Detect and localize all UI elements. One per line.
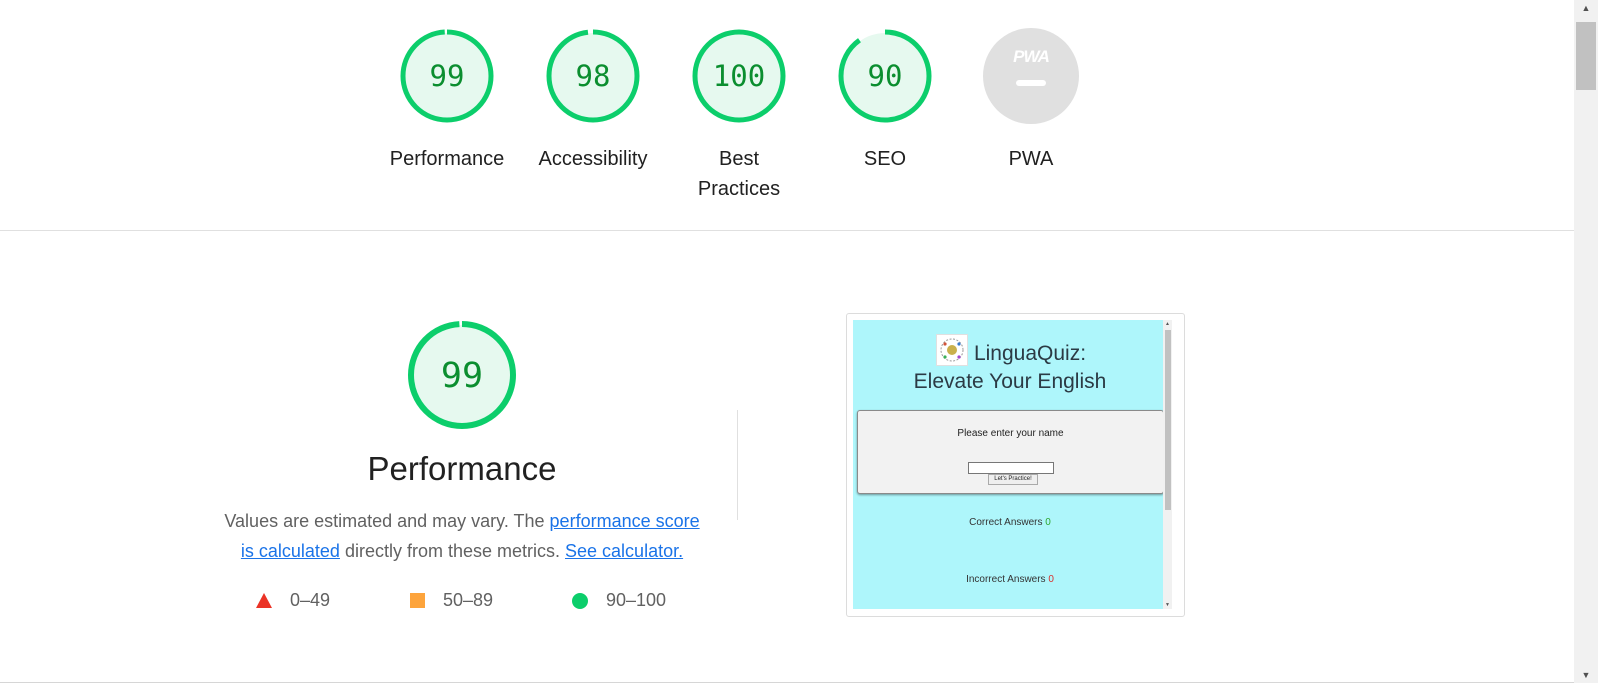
score-gauge-performance: 99 <box>400 29 494 123</box>
circle-icon <box>572 592 588 609</box>
legend-item-pass: 90–100 <box>572 590 666 611</box>
page-scrollbar[interactable]: ▲ ▼ <box>1574 0 1598 683</box>
incorrect-value: 0 <box>1048 574 1054 585</box>
gauge-label-line1: Best <box>718 148 760 170</box>
gauge-label: PWA <box>1008 148 1054 170</box>
scroll-down-arrow-icon[interactable]: ▼ <box>1574 667 1598 683</box>
gauge-seo[interactable]: 90 SEO <box>815 28 955 174</box>
description-prefix: Values are estimated and may vary. The <box>224 511 550 531</box>
screenshot-viewport: LinguaQuiz: Elevate Your English Please … <box>853 320 1172 609</box>
name-input[interactable] <box>968 462 1054 474</box>
scroll-thumb <box>1165 330 1171 510</box>
scroll-up-icon: ▲ <box>1165 321 1170 327</box>
see-calculator-link[interactable]: See calculator. <box>565 541 683 561</box>
category-scores-header: 99 Performance 98 Accessibility 100 Best… <box>0 0 1574 230</box>
pwa-badge-text: PWA <box>1013 47 1049 66</box>
gauge-accessibility[interactable]: 98 Accessibility <box>523 28 663 174</box>
app-title-line1: LinguaQuiz: <box>973 342 1087 365</box>
page-scroll-thumb[interactable] <box>1576 22 1596 90</box>
performance-score-value: 99 <box>441 356 483 396</box>
gauge-performance[interactable]: 99 Performance <box>377 28 517 174</box>
correct-value: 0 <box>1045 517 1051 528</box>
scroll-down-icon: ▼ <box>1165 602 1170 608</box>
square-icon <box>410 593 425 608</box>
gauge-label: SEO <box>863 148 907 170</box>
gauge-label-line2: Practices <box>697 178 781 200</box>
gauge-label: Performance <box>389 148 505 170</box>
lets-practice-button[interactable]: Let's Practice! <box>988 474 1038 485</box>
score-value: 98 <box>576 59 611 93</box>
legend-item-fail: 0–49 <box>256 590 330 611</box>
triangle-icon <box>256 593 272 608</box>
legend-range: 0–49 <box>290 590 331 610</box>
section-divider <box>0 230 1574 231</box>
score-value: 100 <box>713 59 765 93</box>
incorrect-label: Incorrect Answers <box>966 574 1046 585</box>
score-gauge-best-practices: 100 <box>692 29 786 123</box>
app-title-line2: Elevate Your English <box>913 370 1107 393</box>
incorrect-answers: Incorrect Answers 0 <box>853 574 1167 585</box>
screenshot-scrollbar: ▲ ▼ <box>1163 320 1172 609</box>
score-value: 99 <box>430 59 465 93</box>
final-screenshot[interactable]: LinguaQuiz: Elevate Your English Please … <box>846 313 1185 617</box>
score-value: 90 <box>868 59 903 93</box>
scroll-up-arrow-icon[interactable]: ▲ <box>1574 0 1598 16</box>
gauge-label: Accessibility <box>538 148 648 170</box>
pwa-badge-icon: PWA <box>983 28 1079 124</box>
name-prompt: Please enter your name <box>957 428 1064 439</box>
description-middle: directly from these metrics. <box>339 541 566 561</box>
score-gauge-seo: 90 <box>838 29 932 123</box>
performance-score-gauge: 99 <box>408 321 516 429</box>
name-entry-card: Please enter your name Let's Practice! <box>857 410 1164 494</box>
gauge-label: Best Practices <box>669 144 809 204</box>
correct-label: Correct Answers <box>969 517 1043 528</box>
vertical-divider <box>737 410 738 520</box>
gauge-pwa[interactable]: PWA PWA <box>961 28 1101 174</box>
score-legend: 0–49 50–89 90–100 <box>200 590 724 620</box>
gauge-best-practices[interactable]: 100 Best Practices <box>669 28 809 204</box>
performance-description: Values are estimated and may vary. The p… <box>220 506 704 566</box>
legend-range: 50–89 <box>443 590 494 610</box>
correct-answers: Correct Answers 0 <box>853 517 1167 528</box>
performance-title: Performance <box>367 450 557 487</box>
pwa-dash-icon <box>1016 80 1046 86</box>
legend-range: 90–100 <box>606 590 667 610</box>
score-gauge-accessibility: 98 <box>546 29 640 123</box>
legend-item-average: 50–89 <box>410 590 493 611</box>
